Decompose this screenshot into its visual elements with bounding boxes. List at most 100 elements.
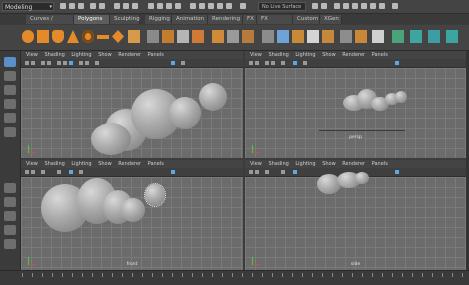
mirror-icon[interactable]: [340, 30, 352, 43]
fill-hole-icon[interactable]: [322, 30, 334, 43]
menu-view[interactable]: View: [26, 161, 38, 167]
lights-icon[interactable]: [303, 61, 307, 65]
poly-disc-icon[interactable]: [112, 30, 124, 43]
camera-icon[interactable]: [249, 61, 253, 65]
multi-cut-icon[interactable]: [262, 30, 274, 43]
separate-icon[interactable]: [162, 30, 174, 43]
menu-shading[interactable]: Shading: [268, 52, 288, 58]
menu-renderer[interactable]: Renderer: [342, 52, 365, 58]
tab-sculpting[interactable]: Sculpting: [110, 15, 140, 24]
xray-icon[interactable]: [395, 170, 399, 174]
menu-panels[interactable]: Panels: [372, 52, 388, 58]
menu-shading[interactable]: Shading: [268, 161, 288, 167]
symmetry-icon[interactable]: [321, 3, 327, 9]
viewport-front[interactable]: View Shading Lighting Show Renderer Pane…: [21, 160, 243, 270]
planar-map-icon[interactable]: [372, 30, 384, 43]
menu-view[interactable]: View: [250, 161, 262, 167]
sphere-mesh[interactable]: [91, 123, 131, 155]
merge-icon[interactable]: [307, 30, 319, 43]
save-scene-icon[interactable]: [78, 3, 84, 9]
gamma-icon[interactable]: [181, 61, 185, 65]
menu-show[interactable]: Show: [98, 52, 112, 58]
menu-renderer[interactable]: Renderer: [118, 161, 141, 167]
paint-select-tool-icon[interactable]: [4, 85, 16, 95]
menu-show[interactable]: Show: [322, 52, 336, 58]
menu-panels[interactable]: Panels: [372, 161, 388, 167]
menu-panels[interactable]: Panels: [148, 161, 164, 167]
menu-shading[interactable]: Shading: [44, 52, 64, 58]
cut-uv-icon[interactable]: [410, 30, 422, 43]
menu-lighting[interactable]: Lighting: [71, 52, 91, 58]
sphere-mesh[interactable]: [355, 172, 369, 184]
shadows-icon[interactable]: [85, 61, 89, 65]
poly-cylinder-icon[interactable]: [52, 30, 64, 43]
sphere-mesh[interactable]: [199, 83, 227, 111]
wireframe-icon[interactable]: [281, 61, 285, 65]
menu-renderer[interactable]: Renderer: [118, 52, 141, 58]
automatic-map-icon[interactable]: [392, 30, 404, 43]
poly-plane-icon[interactable]: [97, 35, 109, 39]
isolate-icon[interactable]: [95, 61, 99, 65]
scale-tool-icon[interactable]: [4, 127, 16, 137]
unfold-uv-icon[interactable]: [446, 30, 458, 43]
grid-toggle-icon[interactable]: [265, 61, 269, 65]
camera-icon[interactable]: [249, 170, 253, 174]
poly-cube-icon[interactable]: [37, 30, 49, 43]
xray-icon[interactable]: [171, 61, 175, 65]
poly-torus-icon[interactable]: [82, 30, 94, 43]
lights-icon[interactable]: [79, 170, 83, 174]
textured-icon[interactable]: [293, 61, 297, 65]
xray-icon[interactable]: [395, 61, 399, 65]
viewport-persp-2[interactable]: View Shading Lighting Show Renderer Pane…: [245, 51, 466, 158]
extract-icon[interactable]: [177, 30, 189, 43]
layout-icon-4[interactable]: [361, 3, 367, 9]
four-view-layout-icon[interactable]: [4, 197, 16, 207]
grid-toggle-icon[interactable]: [41, 170, 45, 174]
bridge-icon[interactable]: [212, 30, 224, 43]
undo-icon[interactable]: [90, 3, 96, 9]
menu-set-dropdown[interactable]: Modeling ▾: [2, 2, 54, 11]
redo-icon[interactable]: [99, 3, 105, 9]
tab-polygons[interactable]: Polygons: [74, 15, 110, 24]
live-surface-field[interactable]: No Live Surface: [258, 2, 306, 11]
film-gate-icon[interactable]: [47, 61, 51, 65]
viewport-side[interactable]: View Shading Lighting Show Renderer Pane…: [245, 160, 466, 270]
sphere-mesh[interactable]: [121, 198, 145, 222]
wireframe-icon[interactable]: [57, 170, 61, 174]
extrude-icon[interactable]: [227, 30, 239, 43]
tab-custom[interactable]: Custom: [293, 15, 320, 24]
camera-attr-icon[interactable]: [255, 61, 259, 65]
layout-icon-2[interactable]: [343, 3, 349, 9]
wireframe-icon[interactable]: [57, 61, 61, 65]
poly-cone-icon[interactable]: [67, 30, 79, 43]
menu-show[interactable]: Show: [98, 161, 112, 167]
layout-icon-6[interactable]: [379, 3, 385, 9]
ipr-render-icon[interactable]: [208, 3, 214, 9]
move-tool-icon[interactable]: [4, 99, 16, 109]
wireframe-icon[interactable]: [281, 170, 285, 174]
menu-show[interactable]: Show: [322, 161, 336, 167]
combine-icon[interactable]: [147, 30, 159, 43]
menu-shading[interactable]: Shading: [44, 161, 64, 167]
snap-point-icon[interactable]: [166, 3, 172, 9]
tab-fx[interactable]: FX: [243, 15, 257, 24]
hypershade-icon[interactable]: [226, 3, 232, 9]
magnet-icon[interactable]: [240, 3, 246, 9]
menu-panels[interactable]: Panels: [148, 52, 164, 58]
platonic-solid-icon[interactable]: [128, 30, 140, 43]
rotate-tool-icon[interactable]: [4, 113, 16, 123]
menu-view[interactable]: View: [26, 52, 38, 58]
outliner-icon[interactable]: [4, 239, 16, 249]
sew-uv-icon[interactable]: [428, 30, 440, 43]
layout-icon-1[interactable]: [334, 3, 340, 9]
insert-edge-loop-icon[interactable]: [277, 30, 289, 43]
sphere-mesh[interactable]: [169, 97, 201, 129]
camera-attr-icon[interactable]: [31, 170, 35, 174]
camera-attr-icon[interactable]: [255, 170, 259, 174]
tab-animation[interactable]: Animation: [172, 15, 208, 24]
open-scene-icon[interactable]: [69, 3, 75, 9]
camera-attr-icon[interactable]: [31, 61, 35, 65]
uv-editor-icon[interactable]: [355, 30, 367, 43]
bevel-icon[interactable]: [242, 30, 254, 43]
snap-curve-icon[interactable]: [157, 3, 163, 9]
